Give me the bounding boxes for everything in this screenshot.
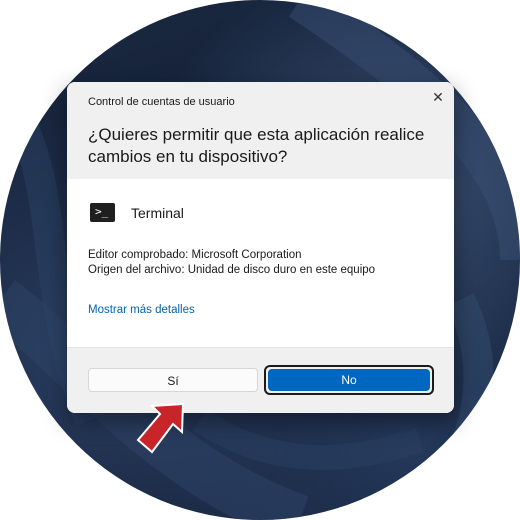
- terminal-icon-glyph: >_: [95, 205, 109, 218]
- no-button-focus-ring: No: [264, 365, 434, 395]
- yes-button[interactable]: Sí: [88, 368, 258, 392]
- show-details-link[interactable]: Mostrar más detalles: [88, 304, 195, 316]
- terminal-icon: >_: [90, 203, 115, 222]
- no-button[interactable]: No: [268, 369, 430, 391]
- dialog-question: ¿Quieres permitir que esta aplicación re…: [88, 125, 425, 166]
- close-icon[interactable]: ✕: [429, 88, 447, 106]
- dialog-header: Control de cuentas de usuario ✕ ¿Quieres…: [67, 82, 454, 179]
- origin-text: Origen del archivo: Unidad de disco duro…: [88, 264, 376, 276]
- dialog-footer: Sí No: [67, 347, 454, 413]
- uac-dialog: Control de cuentas de usuario ✕ ¿Quieres…: [67, 82, 454, 413]
- dialog-window-title: Control de cuentas de usuario: [88, 96, 235, 108]
- app-name: Terminal: [131, 205, 184, 221]
- publisher-text: Editor comprobado: Microsoft Corporation: [88, 249, 302, 261]
